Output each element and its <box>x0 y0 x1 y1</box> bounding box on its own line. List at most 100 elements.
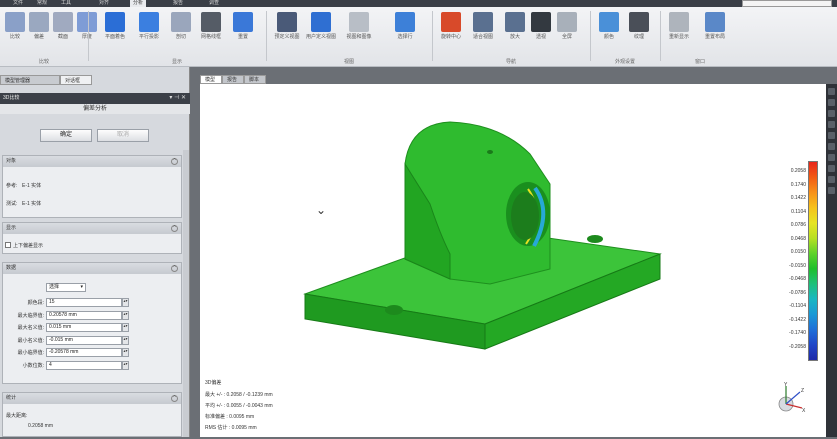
legend-value: 0.1104 <box>791 208 806 215</box>
ok-button[interactable]: 确定 <box>40 129 92 142</box>
deviation-color-legend <box>808 161 818 361</box>
test-value[interactable]: E-1 实体 <box>22 200 41 207</box>
field-input[interactable]: 0.015 mm <box>46 323 122 332</box>
ref-value[interactable]: E-1 实体 <box>22 182 41 189</box>
spinner-icon[interactable]: ▴▾ <box>122 335 129 345</box>
toolbar-icon[interactable] <box>828 176 835 183</box>
menu-tab[interactable]: 报告 <box>170 0 186 7</box>
tab-script[interactable]: 脚本 <box>244 75 266 84</box>
collapse-icon[interactable]: ^ <box>171 265 178 272</box>
menu-tab[interactable]: 对齐 <box>96 0 112 7</box>
field-input[interactable]: 0.20578 mm <box>46 310 122 320</box>
updown-deviation-checkbox[interactable] <box>5 242 11 248</box>
toolbar-icon[interactable] <box>828 132 835 139</box>
ribbon-button[interactable]: 纹理 <box>624 10 654 54</box>
ribbon-button[interactable]: 适合视图 <box>468 10 498 54</box>
hatch-icon <box>629 12 649 32</box>
toolbar-icon[interactable] <box>828 187 835 194</box>
legend-value: 0.1740 <box>790 181 806 188</box>
tab-report[interactable]: 报告 <box>222 75 244 84</box>
ribbon-button[interactable]: 选择行 <box>390 10 420 54</box>
ribbon-button[interactable]: 旋转中心 <box>436 10 466 54</box>
panel-controls-icon[interactable]: ▾ ⊣ ✕ <box>169 93 186 104</box>
menu-tab[interactable]: 文件 <box>10 0 26 7</box>
ribbon-button-label: 重置布局 <box>704 34 725 40</box>
spinner-icon[interactable]: ▴▾ <box>122 310 129 320</box>
spinner-icon[interactable]: ▴▾ <box>122 360 129 370</box>
ribbon-button-label: 厚度 <box>81 34 92 40</box>
ribbon-button[interactable]: 重置布局 <box>700 10 730 54</box>
stats-section: 统计 ^ <box>2 392 182 437</box>
legend-value: -0.1422 <box>789 316 806 323</box>
ribbon-button-label: 平面着色 <box>104 34 125 40</box>
collapse-icon[interactable]: ^ <box>171 158 178 165</box>
ribbon-button[interactable]: 颜色 <box>594 10 624 54</box>
ribbon-button[interactable]: 平行投影 <box>134 10 164 54</box>
legend-value: 0.0786 <box>790 222 806 228</box>
toolbar-icon[interactable] <box>828 99 835 106</box>
field-input[interactable]: 4 <box>46 360 122 370</box>
ribbon-button[interactable]: 视图和图像 <box>344 10 374 54</box>
collapse-icon[interactable]: ^ <box>171 395 178 402</box>
field-label: 最小临界值: <box>17 350 44 356</box>
field-input[interactable]: -0.015 mm <box>46 335 122 345</box>
ribbon-button-label: 视图和图像 <box>346 34 372 40</box>
color-dots-icon <box>599 12 619 32</box>
menu-tab[interactable]: 常规 <box>34 0 50 7</box>
help-search-input[interactable] <box>742 0 832 7</box>
field-input[interactable]: 15 <box>46 298 122 307</box>
plane-color-icon <box>105 12 125 32</box>
ribbon-button-label: 剖切 <box>175 34 186 40</box>
toolbar-icon[interactable] <box>828 88 835 95</box>
toolbar-icon[interactable] <box>828 165 835 172</box>
panel-scrollbar[interactable] <box>183 150 189 437</box>
mode-select[interactable]: 选择 ▾ <box>46 283 86 292</box>
ribbon-button[interactable]: 全屏 <box>552 10 582 54</box>
ribbon-button[interactable]: 重新显示 <box>664 10 694 54</box>
ribbon-button[interactable]: 重置 <box>228 10 258 54</box>
legend-value: -0.0150 <box>789 262 806 269</box>
ribbon-button[interactable]: 厚度 <box>72 10 102 54</box>
toolbar-icon[interactable] <box>828 143 835 150</box>
spinner-icon[interactable]: ▴▾ <box>122 323 129 332</box>
menu-tab[interactable]: 调查 <box>206 0 222 7</box>
pen-icon <box>395 12 415 32</box>
spinner-icon[interactable]: ▴▾ <box>122 298 129 307</box>
panel-title-bar: 3D比较 ▾ ⊣ ✕ <box>0 93 190 104</box>
object-section-header[interactable]: 对象 ^ <box>3 156 181 167</box>
3d-viewport[interactable]: ⌄ <box>200 84 826 437</box>
menu-tab[interactable]: 工具 <box>58 0 74 7</box>
tab-model-manager[interactable]: 模型管理器 <box>0 75 60 85</box>
test-label: 测试: <box>6 201 18 207</box>
collapse-icon[interactable]: ^ <box>171 225 178 232</box>
legend-value: -0.2058 <box>789 343 806 350</box>
stats-section-header[interactable]: 统计 ^ <box>3 393 181 404</box>
ribbon-button[interactable]: 平面着色 <box>100 10 130 54</box>
data-section-header[interactable]: 数据 ^ <box>3 263 181 274</box>
ribbon-group-label: 比较 <box>38 59 49 65</box>
ribbon-group-label: 窗口 <box>694 59 705 65</box>
cancel-button[interactable]: 取消 <box>97 129 149 142</box>
cursor-icon: ⌄ <box>316 203 327 217</box>
display-section-header[interactable]: 显示 ^ <box>3 223 181 234</box>
ribbon-button-label: 选择行 <box>397 34 413 40</box>
ribbon-button[interactable]: 网格线框 <box>196 10 226 54</box>
ribbon-button[interactable]: 用户定义视图 <box>306 10 336 54</box>
ribbon-button[interactable]: 剖切 <box>166 10 196 54</box>
colored-part-render[interactable] <box>200 84 826 437</box>
toolbar-icon[interactable] <box>828 110 835 117</box>
field-input[interactable]: -0.20578 mm <box>46 348 122 357</box>
reset-layout-icon <box>705 12 725 32</box>
display-section-title: 显示 <box>6 225 17 231</box>
toolbar-icon[interactable] <box>828 121 835 128</box>
menu-tab[interactable]: 分析 <box>130 0 147 7</box>
fullscreen-icon <box>557 12 577 32</box>
ribbon-group-label: 视图 <box>343 59 354 65</box>
spinner-icon[interactable]: ▴▾ <box>122 348 129 357</box>
ribbon-button[interactable]: 预定义视图 <box>272 10 302 54</box>
tab-dialog[interactable]: 对话框 <box>60 75 92 85</box>
zoom-fit-icon <box>473 12 493 32</box>
toolbar-icon[interactable] <box>828 154 835 161</box>
tab-model[interactable]: 模型 <box>200 75 222 84</box>
max-distance-label: 最大距离: <box>6 413 28 419</box>
